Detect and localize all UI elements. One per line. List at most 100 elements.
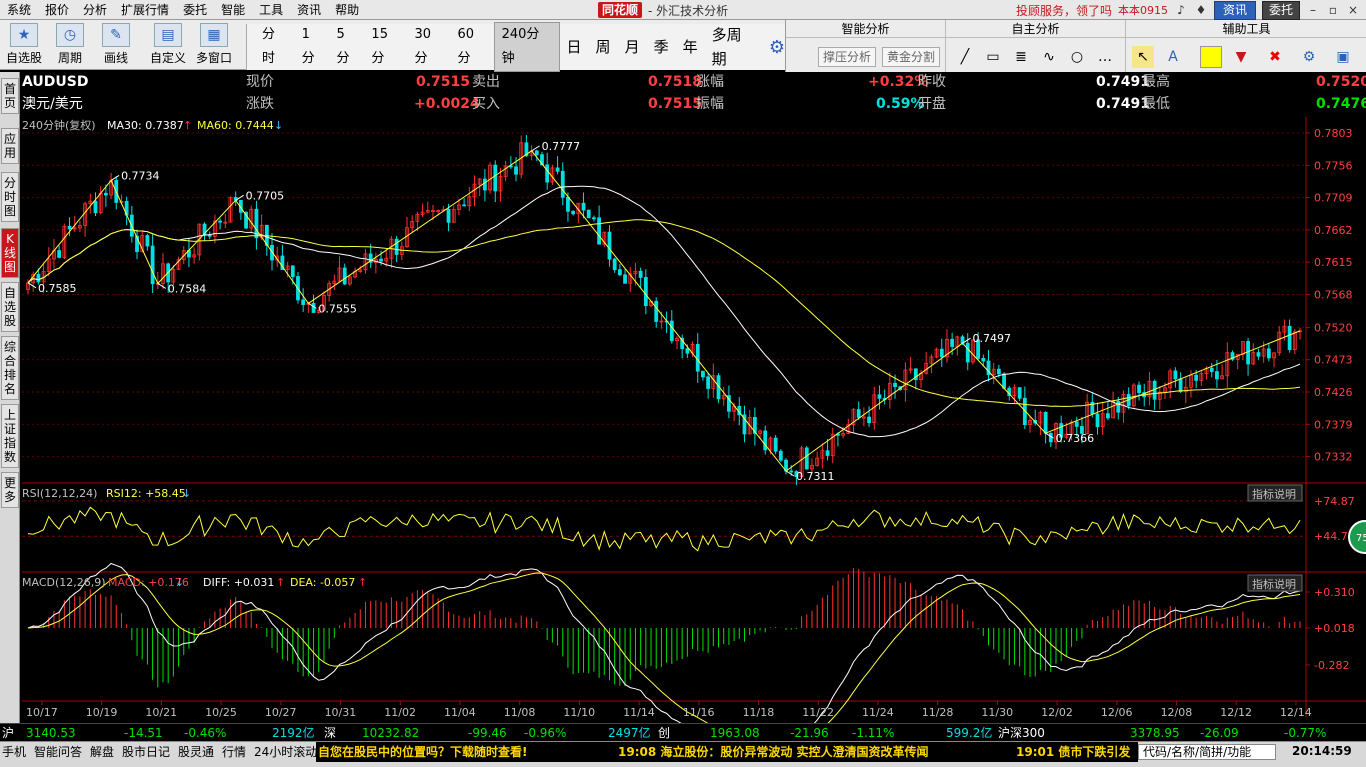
sidebar-tab-apps[interactable]: 应用 (1, 128, 19, 164)
candle-body (789, 470, 794, 473)
menu-smart[interactable]: 智能 (214, 0, 252, 20)
bottom-tab-diary[interactable]: 股市日记 (122, 744, 170, 760)
sidebar-tab-ranking[interactable]: 综合排名 (1, 336, 19, 400)
news-button[interactable]: 资讯 (1213, 0, 1256, 20)
rsi-panel: +74.87+44.75 (22, 495, 1355, 552)
menu-analysis[interactable]: 分析 (76, 0, 114, 20)
close-icon[interactable]: × (1346, 3, 1360, 17)
more-tools-icon[interactable]: … (1094, 46, 1116, 68)
period-tab-5m[interactable]: 5分 (330, 23, 365, 71)
ma30-legend: MA30: 0.7387 (107, 119, 184, 132)
period-tab-1m[interactable]: 1分 (295, 23, 330, 71)
ticker-item-1[interactable]: 自您在股民中的位置吗？下载随时查看! (318, 742, 527, 762)
candle-body (597, 217, 602, 245)
bottom-tab-qa[interactable]: 智能问答 (34, 744, 82, 760)
pct-label: 涨幅 (696, 74, 724, 90)
sidebar-tab-more[interactable]: 更多 (1, 472, 19, 508)
menu-tools[interactable]: 工具 (252, 0, 290, 20)
bottom-tab-lingtong[interactable]: 股灵通 (178, 744, 214, 760)
bell-icon[interactable]: ♪ (1174, 3, 1188, 17)
bottom-tab-commentary[interactable]: 解盘 (90, 744, 114, 760)
golden-section-button[interactable]: 黄金分割 (882, 47, 941, 67)
period-tab-30m[interactable]: 30分 (407, 23, 450, 71)
macd-tick-label: +0.018 (1314, 622, 1355, 635)
hs300-percent: -0.77% (1284, 726, 1327, 740)
news-ticker[interactable]: 自您在股民中的位置吗？下载随时查看! 19:08 海立股份：股价异常波动 实控人… (316, 742, 1138, 762)
app-logo: 同花顺 (598, 2, 643, 18)
custom-tool[interactable]: ▤ 自定义 (148, 23, 188, 66)
sidebar-tab-kline[interactable]: K线图 (1, 228, 19, 278)
color-swatch[interactable] (1200, 46, 1222, 68)
circle-tool-icon[interactable]: ○ (1066, 46, 1088, 68)
candle-body (623, 274, 627, 284)
ticker-item-3[interactable]: 19:01 债市下跌引发 (1016, 742, 1130, 762)
minimize-icon[interactable]: – (1306, 3, 1320, 17)
period-tab-year[interactable]: 年 (676, 35, 705, 59)
period-tab-month[interactable]: 月 (618, 35, 647, 59)
dock-icon[interactable]: ▣ (1332, 46, 1354, 68)
period-tab-multi[interactable]: 多周期 (705, 23, 763, 71)
settings-icon[interactable]: ⚙ (1298, 46, 1320, 68)
candle-body (939, 348, 944, 358)
period-tab-240m[interactable]: 240分钟 (493, 22, 560, 72)
gear-icon[interactable]: ⚙ (769, 37, 785, 58)
delete-icon[interactable]: ✖ (1264, 46, 1286, 68)
multiwindow-tool[interactable]: ▦ 多窗口 (194, 23, 234, 66)
cy-index: 1963.08 (710, 726, 760, 740)
draw-tool[interactable]: ✎ 画线 (96, 23, 136, 66)
wave-tool-icon[interactable]: ∿ (1038, 46, 1060, 68)
x-tick-label: 12/14 (1280, 706, 1312, 719)
bookmark-icon[interactable]: ▼ (1230, 46, 1252, 68)
text-tool-icon[interactable]: A (1162, 46, 1184, 68)
support-resistance-button[interactable]: 撑压分析 (818, 47, 877, 67)
trade-dropdown[interactable]: 委托 (1261, 0, 1300, 20)
period-tab-15m[interactable]: 15分 (364, 23, 407, 71)
index-status-bar: 沪 3140.53 -14.51 -0.46% 2192亿 深 10232.82… (0, 723, 1366, 741)
pivot-label: 0.7497 (973, 332, 1012, 345)
chart-grid (22, 117, 1366, 717)
period-tab-timeshare[interactable]: 分时 (255, 23, 295, 71)
open-label: 开盘 (918, 96, 946, 112)
menu-trade[interactable]: 委托 (176, 0, 214, 20)
pivot-label: 0.7705 (246, 189, 285, 202)
menu-quote[interactable]: 报价 (38, 0, 76, 20)
period-tab-week[interactable]: 周 (589, 35, 618, 59)
line-tool-icon[interactable]: ╱ (954, 46, 976, 68)
bottom-tab-quote[interactable]: 行情 (222, 744, 246, 760)
restore-icon[interactable]: ▫ (1326, 3, 1340, 17)
bottom-tab-24h[interactable]: 24小时滚动 (254, 744, 317, 760)
menu-extended[interactable]: 扩展行情 (114, 0, 176, 20)
sidebar-tab-home[interactable]: 首页 (1, 78, 19, 114)
now-value: 0.7515 (416, 74, 471, 90)
cursor-icon[interactable]: ↖ (1132, 46, 1154, 68)
period-tab-60m[interactable]: 60分 (451, 23, 494, 71)
favorites-tool[interactable]: ★ 自选股 (4, 23, 44, 66)
service-link[interactable]: 投顾服务，领了吗 (1016, 2, 1112, 19)
candle-body (446, 209, 451, 223)
ma60-arrow-icon: ↓ (274, 119, 283, 132)
period-tab-quarter[interactable]: 季 (647, 35, 676, 59)
kline-chart[interactable]: 0.7585 0.7734 0.7584 0.7705 0.7555 0.7777 0.73… (20, 117, 1366, 723)
aux-tools-title: 辅助工具 (1126, 21, 1366, 38)
search-input[interactable]: 代码/名称/简拼/功能 (1138, 744, 1276, 760)
candle-body (493, 164, 498, 192)
menu-help[interactable]: 帮助 (328, 0, 366, 20)
sidebar-tab-timeshare[interactable]: 分时图 (1, 172, 19, 222)
sidebar-tab-watchlist[interactable]: 自选股 (1, 282, 19, 332)
bottom-bar: 手机 智能问答 解盘 股市日记 股灵通 行情 24小时滚动 自您在股民中的位置吗… (0, 741, 1366, 767)
period-tool[interactable]: ◷ 周期 (50, 23, 90, 66)
x-tick-label: 11/30 (981, 706, 1013, 719)
shirt-icon[interactable]: ♦ (1194, 3, 1208, 17)
menu-system[interactable]: 系统 (0, 0, 38, 20)
ticker-item-2[interactable]: 19:08 海立股份：股价异常波动 实控人澄清国资改革传闻 (618, 742, 929, 762)
candle-body (669, 320, 674, 342)
rectangle-tool-icon[interactable]: ▭ (982, 46, 1004, 68)
sidebar-tab-shindex[interactable]: 上证指数 (1, 404, 19, 468)
bottom-tab-mobile[interactable]: 手机 (2, 744, 26, 760)
menu-news[interactable]: 资讯 (290, 0, 328, 20)
candle-body (773, 437, 778, 452)
channel-tool-icon[interactable]: ≣ (1010, 46, 1032, 68)
sz-percent: -0.96% (524, 726, 567, 740)
period-tab-day[interactable]: 日 (560, 35, 589, 59)
candle-body (617, 269, 622, 276)
